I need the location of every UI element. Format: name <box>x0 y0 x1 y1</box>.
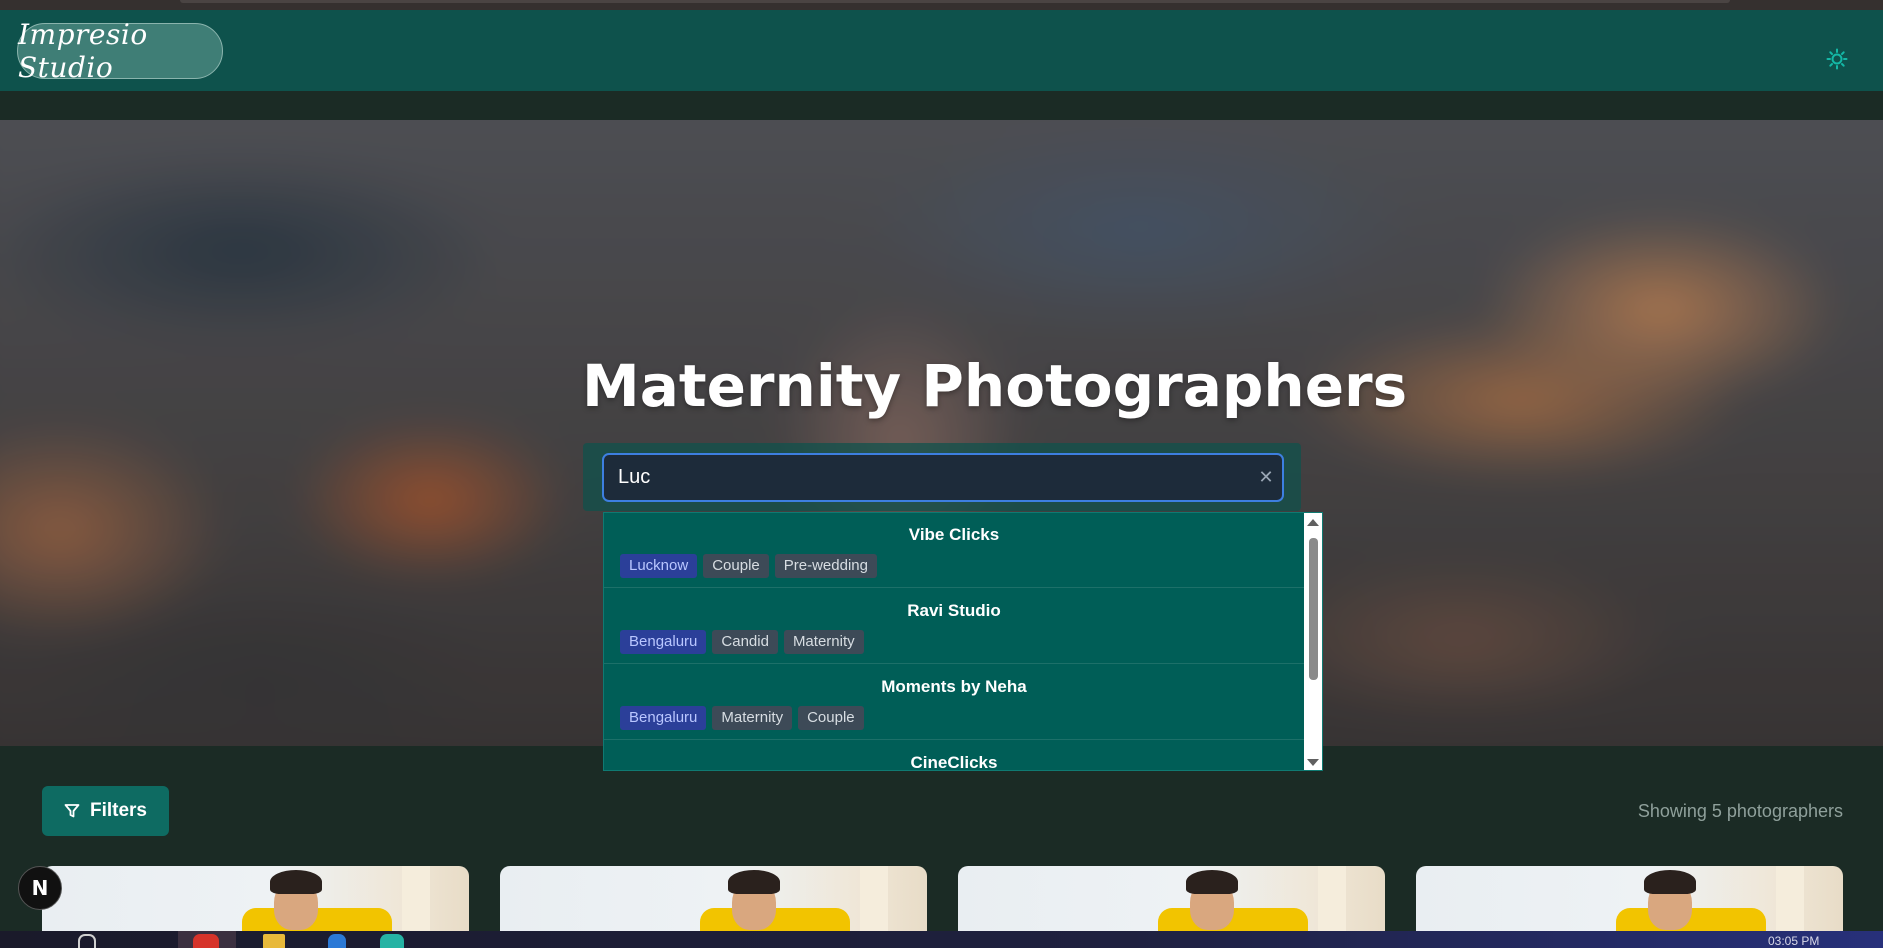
suggestion-item[interactable]: Ravi Studio Bengaluru Candid Maternity <box>604 589 1304 664</box>
suggestion-tags: Lucknow Couple Pre-wedding <box>620 554 877 578</box>
suggestion-tags: Bengaluru Candid Maternity <box>620 630 864 654</box>
category-tag: Couple <box>703 554 769 578</box>
category-tag: Maternity <box>712 706 793 730</box>
category-tag: Candid <box>712 630 778 654</box>
scroll-down-arrow-icon[interactable] <box>1307 759 1319 766</box>
suggestion-item[interactable]: Moments by Neha Bengaluru Maternity Coup… <box>604 665 1304 740</box>
suggestion-name: CineClicks <box>910 753 998 771</box>
result-count: Showing 5 photographers <box>1637 801 1843 821</box>
search-icon[interactable] <box>78 934 96 948</box>
dropdown-scrollbar[interactable] <box>1304 513 1322 770</box>
os-taskbar <box>0 931 1883 948</box>
photographer-card[interactable] <box>1416 866 1843 938</box>
city-tag: Lucknow <box>620 554 698 578</box>
category-tag: Maternity <box>783 630 864 654</box>
browser-top-strip <box>0 0 1883 10</box>
folder-icon[interactable] <box>263 934 285 948</box>
photographer-card[interactable] <box>958 866 1385 938</box>
close-icon[interactable]: ✕ <box>1256 468 1276 488</box>
taskbar-clock: 03:05 PM <box>1768 934 1820 948</box>
page-title: Maternity Photographers <box>582 352 1408 420</box>
suggestion-name: Ravi Studio <box>907 601 1001 620</box>
suggestion-name: Moments by Neha <box>881 677 1027 696</box>
search-suggestions: Vibe Clicks Lucknow Couple Pre-wedding R… <box>603 512 1323 771</box>
photographer-card[interactable] <box>42 866 469 938</box>
scrollbar-thumb[interactable] <box>1309 538 1318 680</box>
vscode-icon[interactable] <box>328 934 346 948</box>
scroll-up-arrow-icon[interactable] <box>1307 519 1319 526</box>
filters-label: Filters <box>89 800 148 821</box>
address-bar-edge <box>180 0 1730 3</box>
city-tag: Bengaluru <box>620 630 707 654</box>
suggestion-item[interactable]: CineClicks <box>604 741 1304 771</box>
category-tag: Pre-wedding <box>774 554 877 578</box>
filters-button[interactable]: Filters <box>42 786 169 836</box>
app-icon[interactable] <box>380 934 404 948</box>
sun-icon[interactable] <box>1826 48 1848 70</box>
city-tag: Bengaluru <box>620 706 707 730</box>
suggestion-name: Vibe Clicks <box>908 525 1000 544</box>
photographer-card[interactable] <box>500 866 927 938</box>
browser-icon[interactable] <box>193 934 219 948</box>
nextjs-dev-badge[interactable]: N <box>18 866 62 910</box>
suggestion-item[interactable]: Vibe Clicks Lucknow Couple Pre-wedding <box>604 513 1304 588</box>
search-input[interactable] <box>602 453 1284 502</box>
funnel-icon <box>64 804 80 818</box>
logo[interactable]: Impresio Studio <box>17 18 223 84</box>
navbar: Impresio Studio <box>0 10 1883 91</box>
category-tag: Couple <box>798 706 864 730</box>
suggestion-tags: Bengaluru Maternity Couple <box>620 706 864 730</box>
